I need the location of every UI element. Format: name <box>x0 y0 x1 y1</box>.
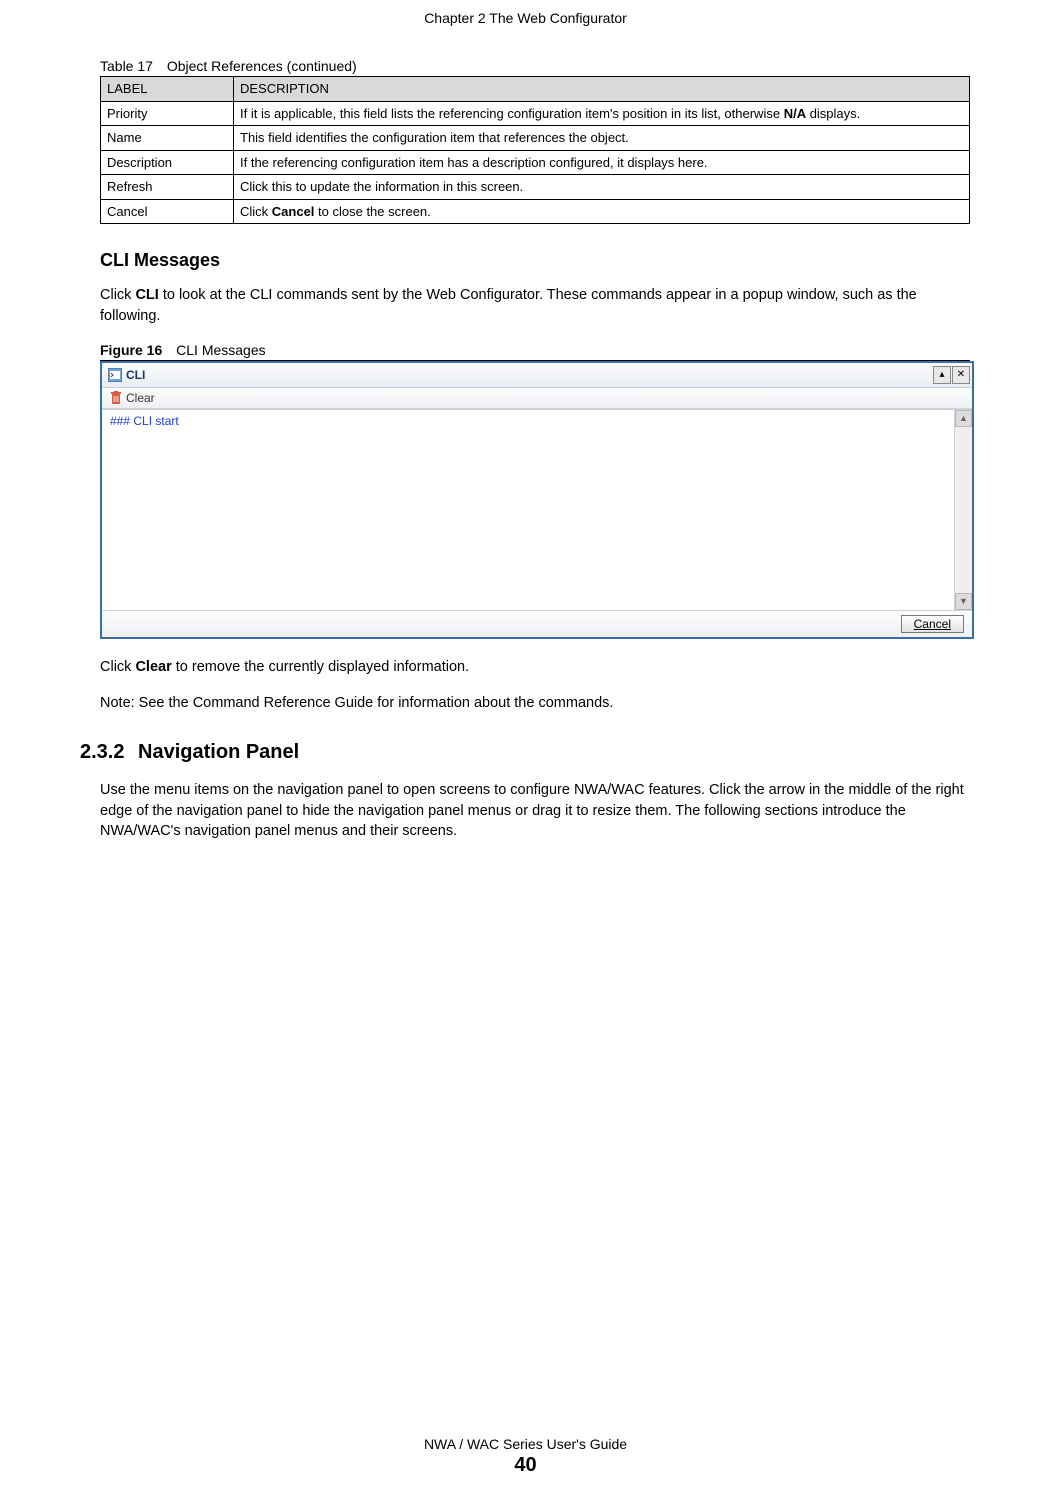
figure-caption: Figure 16 CLI Messages <box>100 342 970 361</box>
cli-footer: Cancel <box>102 610 972 637</box>
cell-desc: This field identifies the configuration … <box>234 126 970 151</box>
cli-popup-window: CLI ▴ ✕ Clear ### CLI start <box>100 361 974 639</box>
text-bold: Clear <box>135 659 171 675</box>
cancel-button[interactable]: Cancel <box>901 615 964 633</box>
desc-text: Click <box>240 204 272 219</box>
note-paragraph: Note: See the Command Reference Guide fo… <box>100 693 971 713</box>
table-row: Cancel Click Cancel to close the screen. <box>101 199 970 224</box>
figure-number: Figure 16 <box>100 342 162 358</box>
terminal-icon <box>108 368 122 382</box>
scroll-up-icon[interactable]: ▲ <box>955 410 972 427</box>
cell-label: Priority <box>101 101 234 126</box>
table-row: Name This field identifies the configura… <box>101 126 970 151</box>
object-references-table: LABEL DESCRIPTION Priority If it is appl… <box>100 76 970 224</box>
figure-title: CLI Messages <box>176 342 265 358</box>
table-title: Object References (continued) <box>167 58 357 74</box>
cell-desc: If the referencing configuration item ha… <box>234 150 970 175</box>
collapse-icon[interactable]: ▴ <box>933 366 951 384</box>
desc-bold: Cancel <box>272 204 315 219</box>
text-run: to look at the CLI commands sent by the … <box>100 287 917 323</box>
cli-messages-heading: CLI Messages <box>100 250 971 271</box>
cell-label: Name <box>101 126 234 151</box>
table-row: Priority If it is applicable, this field… <box>101 101 970 126</box>
table-row: Description If the referencing configura… <box>101 150 970 175</box>
table-number: Table 17 <box>100 58 153 74</box>
heading-title: Navigation Panel <box>138 741 299 763</box>
cli-intro-paragraph: Click CLI to look at the CLI commands se… <box>100 285 971 326</box>
table-caption: Table 17 Object References (continued) <box>80 58 971 74</box>
cell-desc: Click this to update the information in … <box>234 175 970 200</box>
cli-output-area: ### CLI start ▲ ▼ <box>102 409 972 610</box>
navigation-panel-heading: 2.3.2 Navigation Panel <box>80 741 971 764</box>
desc-text: This field identifies the configuration … <box>240 130 629 145</box>
cli-toolbar: Clear <box>102 388 972 409</box>
text-run: Click <box>100 659 135 675</box>
trash-icon[interactable] <box>110 391 122 405</box>
heading-number: 2.3.2 <box>80 741 124 763</box>
cell-label: Refresh <box>101 175 234 200</box>
after-figure-paragraph: Click Clear to remove the currently disp… <box>100 657 971 677</box>
scroll-down-icon[interactable]: ▼ <box>955 593 972 610</box>
text-run: to remove the currently displayed inform… <box>172 659 469 675</box>
page-footer: NWA / WAC Series User's Guide 40 <box>0 1436 1051 1477</box>
text-run: Click <box>100 287 135 303</box>
chapter-header: Chapter 2 The Web Configurator <box>80 0 971 26</box>
cell-desc: Click Cancel to close the screen. <box>234 199 970 224</box>
cell-desc: If it is applicable, this field lists th… <box>234 101 970 126</box>
th-description: DESCRIPTION <box>234 77 970 102</box>
cell-label: Description <box>101 150 234 175</box>
desc-text: displays. <box>806 106 860 121</box>
text-bold: CLI <box>135 287 158 303</box>
navigation-panel-paragraph: Use the menu items on the navigation pan… <box>100 780 971 841</box>
desc-bold: N/A <box>784 106 806 121</box>
desc-text: If it is applicable, this field lists th… <box>240 106 784 121</box>
cli-titlebar: CLI ▴ ✕ <box>102 363 972 388</box>
vertical-scrollbar[interactable]: ▲ ▼ <box>954 410 972 610</box>
desc-text: If the referencing configuration item ha… <box>240 155 708 170</box>
close-icon[interactable]: ✕ <box>952 366 970 384</box>
desc-text: to close the screen. <box>314 204 430 219</box>
clear-button[interactable]: Clear <box>126 391 155 405</box>
footer-guide-title: NWA / WAC Series User's Guide <box>0 1436 1051 1452</box>
th-label: LABEL <box>101 77 234 102</box>
cli-output-text: ### CLI start <box>102 410 972 610</box>
footer-page-number: 40 <box>0 1454 1051 1477</box>
table-row: Refresh Click this to update the informa… <box>101 175 970 200</box>
cli-window-title: CLI <box>126 368 145 382</box>
cell-label: Cancel <box>101 199 234 224</box>
desc-text: Click this to update the information in … <box>240 179 523 194</box>
